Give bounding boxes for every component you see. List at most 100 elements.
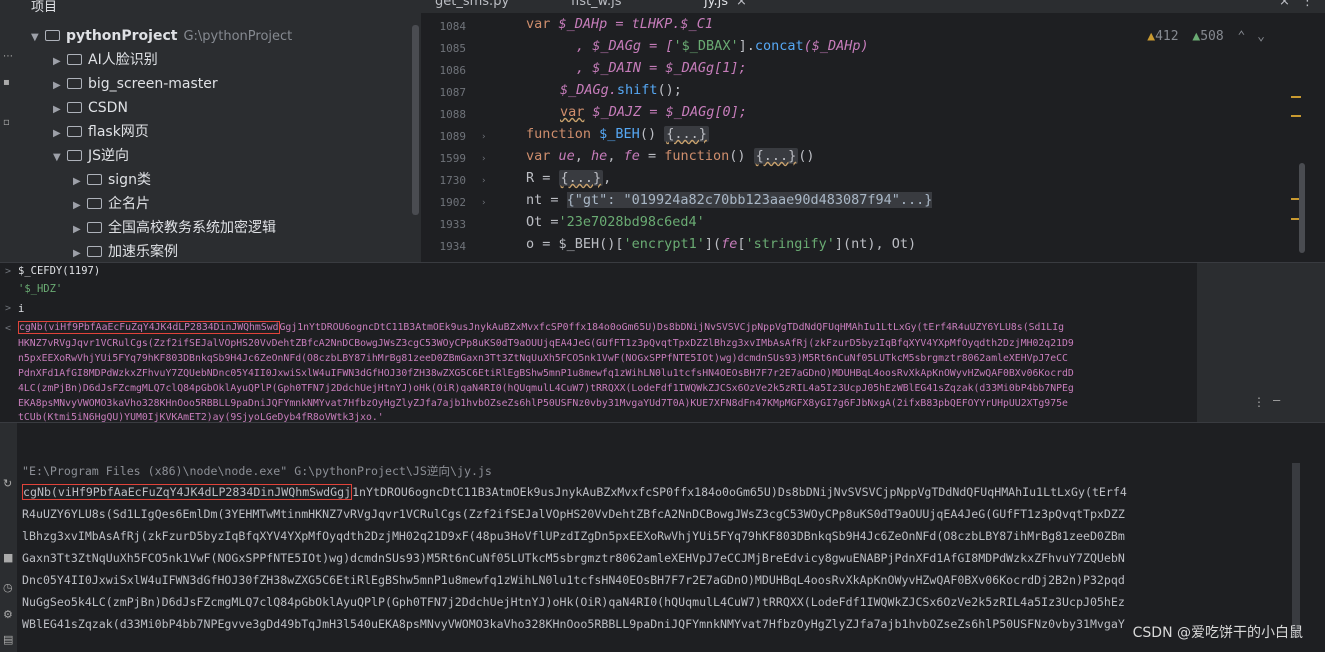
line-number: 1934 <box>439 240 467 253</box>
tree-item[interactable]: ▶ 加速乐案例 <box>73 241 178 262</box>
chevron-right-icon[interactable]: ▶ <box>53 75 67 97</box>
folded-block[interactable]: {...} <box>558 170 604 186</box>
line-number: 1933 <box>439 218 467 231</box>
code-line-1599: var ue, he, fe = function() {...}() <box>526 148 815 164</box>
editor-scrollbar[interactable] <box>1299 163 1305 253</box>
result-arrow-icon: < <box>5 323 12 334</box>
inline-value-hint: {"gt": "019924a82c70bb123aae90d483087f94… <box>566 192 933 208</box>
warning-count: 412 <box>1155 29 1179 44</box>
tree-item[interactable]: ▶ big_screen-master <box>53 73 218 95</box>
warning-marker[interactable] <box>1291 96 1301 98</box>
terminal-output-line: cgNb(viHf9PbfAaEcFuZqY4JK4dLP2834DinJWQh… <box>22 484 1127 500</box>
folder-icon <box>87 246 102 257</box>
chevron-right-icon[interactable]: ▶ <box>73 195 87 217</box>
debug-console[interactable]: > $_CEFDY(1197) '$_HDZ' > i < cgNb(viHf9… <box>0 262 1325 423</box>
folder-icon <box>67 54 82 65</box>
tree-item[interactable]: ▶ 全国高校教务系统加密逻辑 <box>73 217 276 239</box>
highlight-box: cgNb(viHf9PbfAaEcFuZqY4JK4dLP2834DinJWQh… <box>18 321 280 334</box>
console-input: i <box>18 303 25 315</box>
folder-icon <box>67 126 82 137</box>
root-path: G:\pythonProject <box>183 29 293 44</box>
watermark: CSDN @爱吃饼干的小白鼠 <box>1132 625 1303 641</box>
tree-item-label: 企名片 <box>108 196 150 212</box>
tree-item[interactable]: ▶ flask网页 <box>53 121 149 143</box>
tree-item[interactable]: ▼ JS逆向 <box>53 145 129 167</box>
tab-fist-w[interactable]: fist_w.js <box>571 0 622 9</box>
code-line-1084: var $_DAHp = tLHKP.$_C1 <box>526 16 713 32</box>
terminal-output-line: Dnc05Y4II0JxwiSxlW4uIFWN3dGfHOJ30fZH38wZ… <box>22 573 1125 587</box>
chevron-right-icon[interactable]: ▶ <box>73 171 87 193</box>
terminal-output-line: R4uUZY6YLU8s(Sd1LIgQes6EmlDm(3YEHMTwMtin… <box>22 507 1125 521</box>
chevron-right-icon[interactable]: ▶ <box>73 219 87 241</box>
code-line-1934: o = $_BEH()['encrypt1'](fe['stringify'](… <box>526 236 917 252</box>
minimize-icon[interactable]: — <box>1273 393 1280 407</box>
tree-root[interactable]: ▼ pythonProject G:\pythonProject <box>31 25 292 47</box>
folded-block[interactable]: {...} <box>664 126 709 142</box>
chevron-right-icon[interactable]: ▶ <box>73 243 87 262</box>
line-number: 1730 <box>439 174 467 187</box>
console-output: '$_HDZ' <box>18 283 63 295</box>
more-icon[interactable]: ⋮ <box>1253 395 1265 409</box>
fold-arrow-icon[interactable]: › <box>481 198 486 208</box>
more-icon[interactable]: ⋮ <box>1301 0 1314 9</box>
tree-item-label: AI人脸识别 <box>88 52 158 68</box>
run-command: "E:\Program Files (x86)\node\node.exe" G… <box>22 464 492 478</box>
tree-item-label: JS逆向 <box>88 148 130 164</box>
chevron-right-icon[interactable]: ▶ <box>53 99 67 121</box>
line-number: 1087 <box>439 86 467 99</box>
tree-item-label: sign类 <box>108 172 151 188</box>
terminal-scrollbar[interactable] <box>1292 463 1300 633</box>
prompt-arrow-icon: > <box>5 266 12 277</box>
code-line-1730: R = {...}, <box>526 170 612 186</box>
fold-arrow-icon[interactable]: › <box>481 132 486 142</box>
tab-jy[interactable]: jy.js <box>704 0 728 9</box>
project-panel: 项目 ▼ pythonProject G:\pythonProject ▶ AI人脸识… <box>17 0 421 262</box>
tree-item-label: CSDN <box>88 100 128 116</box>
run-terminal[interactable]: ↻ ■ ◷ ⚙ ▤ "E:\Program Files (x86)\node\n… <box>0 422 1325 652</box>
inspection-widget[interactable]: ▲412 ▲508 ⌃ ⌄ <box>1147 29 1265 44</box>
chevron-right-icon[interactable]: ▶ <box>53 51 67 73</box>
fold-arrow-icon[interactable]: › <box>481 154 486 164</box>
code-line-1086: , $_DAIN = $_DAGg[1]; <box>576 60 747 76</box>
chevron-right-icon[interactable]: ▶ <box>53 123 67 145</box>
chevron-up-icon[interactable]: ⌃ <box>1238 29 1246 44</box>
terminal-output-line: NuGgSeo5k4LC(zmPjBn)D6dJsFZcmgMLQ7clQ84p… <box>22 595 1125 609</box>
code-line-1085: , $_DAGg = ['$_DBAX'].concat($_DAHp) <box>576 38 869 54</box>
stop-icon[interactable]: ■ <box>3 551 13 564</box>
code-editor[interactable]: ▲412 ▲508 ⌃ ⌄ 1084 1085 1086 1087 1088 1… <box>421 13 1325 262</box>
prompt-arrow-icon: > <box>5 303 12 314</box>
tree-item[interactable]: ▶ sign类 <box>73 169 151 191</box>
warning-marker[interactable] <box>1291 115 1301 117</box>
tab-close-icon[interactable]: × <box>736 0 747 9</box>
terminal-icon[interactable]: ▤ <box>3 633 13 646</box>
tree-item[interactable]: ▶ AI人脸识别 <box>53 49 158 71</box>
console-result: cgNb(viHf9PbfAaEcFuZqY4JK4dLP2834DinJWQh… <box>18 321 1064 334</box>
folder-icon <box>87 198 102 209</box>
chevron-down-icon[interactable]: ⌄ <box>1257 29 1265 44</box>
root-name: pythonProject <box>66 28 178 44</box>
terminal-gutter: ↻ ■ ◷ ⚙ ▤ <box>0 423 17 652</box>
bookmark-icon[interactable]: ▫ <box>3 118 13 128</box>
console-result-line: 4LC(zmPjBn)D6dJsFZcmgMLQ7clQ84pGbOklAyuQ… <box>18 383 1074 394</box>
tab-get-sms[interactable]: get_sms.py <box>435 0 509 9</box>
line-number: 1084 <box>439 20 467 33</box>
project-scrollbar[interactable] <box>412 25 419 215</box>
code-line-1088: var $_DAJZ = $_DAGg[0]; <box>560 104 747 120</box>
console-result-line: EKA8psMNvyVWOMO3kaVho328KHnOoo5RBBLL9paD… <box>18 398 1068 409</box>
chevron-down-icon[interactable]: ▼ <box>31 27 45 49</box>
chevron-down-icon[interactable]: ▼ <box>53 147 67 169</box>
code-line-1087: $_DAGg.shift(); <box>560 82 682 98</box>
tree-item[interactable]: ▶ CSDN <box>53 97 128 119</box>
clock-icon[interactable]: ◷ <box>3 581 13 594</box>
rerun-icon[interactable]: ↻ <box>3 477 12 490</box>
folded-block[interactable]: {...} <box>753 148 799 164</box>
close-icon[interactable]: × <box>1279 0 1290 9</box>
tree-item[interactable]: ▶ 企名片 <box>73 193 150 215</box>
fold-arrow-icon[interactable]: › <box>481 176 486 186</box>
editor-tab-bar: get_sms.py fist_w.js jy.js × × ⋮ <box>421 0 1325 13</box>
structure-icon[interactable]: ▪ <box>3 78 13 88</box>
weak-warning-count: 508 <box>1200 29 1224 44</box>
terminal-output-line: Gaxn3Tt3ZtNqUuXh5FCO5nk1VwF(NOGxSPPfNTE5… <box>22 551 1125 565</box>
tools-icon[interactable]: ⚙ <box>3 608 13 621</box>
dots-icon[interactable]: ⋯ <box>3 52 13 62</box>
